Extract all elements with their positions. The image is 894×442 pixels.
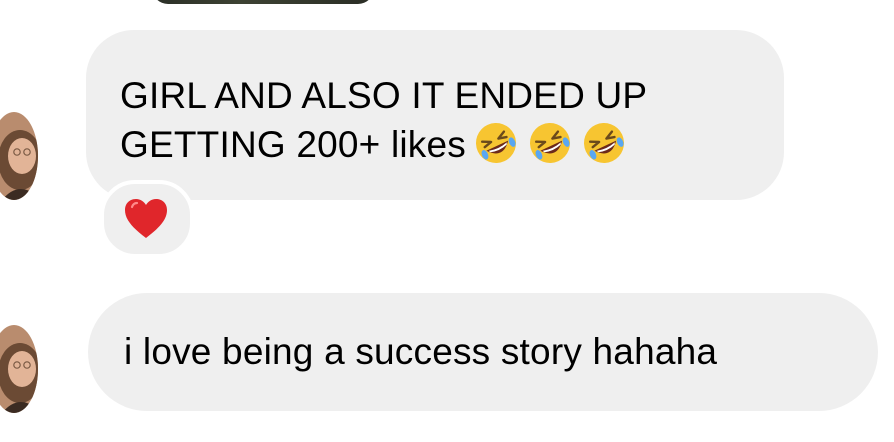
previous-media-message[interactable] bbox=[152, 0, 374, 4]
message-text-segment: GETTING 200+ likes bbox=[120, 124, 466, 165]
message-text-line: GETTING 200+ likes bbox=[120, 120, 784, 171]
message-bubble[interactable]: GIRL AND ALSO IT ENDED UP GETTING 200+ l… bbox=[86, 30, 784, 200]
contact-avatar[interactable] bbox=[0, 325, 38, 413]
message-text-line: GIRL AND ALSO IT ENDED UP bbox=[120, 75, 648, 116]
message-bubble[interactable]: i love being a success story hahaha bbox=[88, 293, 878, 411]
rolling-on-floor-laughing-emoji-icon bbox=[526, 119, 574, 167]
message-text: i love being a success story hahaha bbox=[124, 331, 718, 372]
chat-thread: GIRL AND ALSO IT ENDED UP GETTING 200+ l… bbox=[0, 0, 894, 442]
rolling-on-floor-laughing-emoji-icon bbox=[580, 119, 628, 167]
contact-avatar[interactable] bbox=[0, 112, 38, 200]
rolling-on-floor-laughing-emoji-icon bbox=[472, 119, 520, 167]
red-heart-icon bbox=[125, 199, 167, 238]
reaction-badge[interactable] bbox=[100, 180, 194, 258]
